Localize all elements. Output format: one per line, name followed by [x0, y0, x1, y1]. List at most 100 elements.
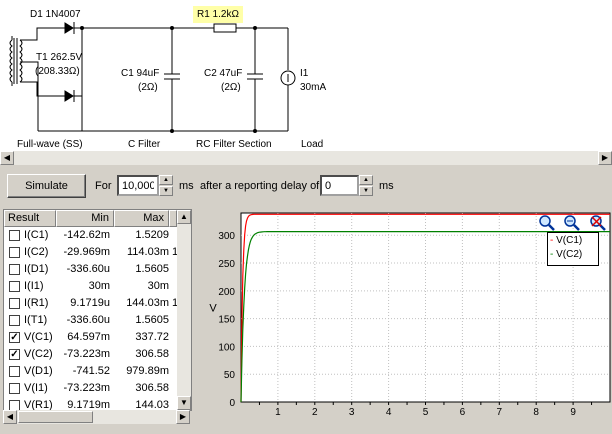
result-max: 306.58	[135, 382, 169, 394]
y-tick-label: 100	[218, 342, 235, 353]
y-tick-label: 150	[218, 315, 235, 326]
result-min: -336.60u	[66, 314, 110, 326]
table-row[interactable]: I(D1) -336.60u 1.5605	[4, 261, 179, 278]
header-extra	[169, 210, 177, 227]
result-min: -73.223m	[63, 348, 110, 360]
i1-value: 30mA	[300, 82, 327, 93]
x-tick-label: 7	[497, 407, 503, 418]
result-checkbox[interactable]: ✓	[9, 332, 20, 343]
schematic-panel[interactable]: D1 1N4007 R1 1.2kΩ T1 262.5V (208.33Ω) C…	[0, 0, 612, 150]
result-max: 1.5605	[135, 314, 169, 326]
results-table[interactable]: Result Min Max I(C1) -142.62m 1.5209 I(C2) -…	[3, 209, 192, 411]
result-min: 64.597m	[67, 331, 110, 343]
scroll-right-icon[interactable]: ▶	[598, 151, 612, 165]
section-label-fullwave: Full-wave (SS)	[17, 139, 83, 150]
result-max: 1.5209	[135, 229, 169, 241]
result-checkbox[interactable]	[9, 366, 20, 377]
table-row[interactable]: ✓ V(C2) -73.223m 306.58	[4, 346, 179, 363]
result-checkbox[interactable]	[9, 298, 20, 309]
table-row[interactable]: I(I1) 30m 30m	[4, 278, 179, 295]
c2-label: C2 47uF	[204, 68, 243, 79]
result-name: V(C2)	[24, 348, 53, 360]
table-row[interactable]: I(T1) -336.60u 1.5605	[4, 312, 179, 329]
i1-label: I1	[300, 68, 309, 79]
result-name: I(C1)	[24, 229, 49, 241]
c2-resistance: (2Ω)	[221, 82, 241, 93]
table-row[interactable]: V(D1) -741.52 979.89m	[4, 363, 179, 380]
scroll-up-icon[interactable]: ▲	[177, 210, 191, 224]
result-name: I(I1)	[24, 280, 44, 292]
delay-spinner[interactable]: ▲ ▼	[359, 175, 373, 196]
simulate-button[interactable]: Simulate	[7, 174, 86, 198]
result-max: 114.03m	[127, 246, 169, 258]
zoom-in-icon[interactable]	[537, 213, 557, 233]
header-max[interactable]: Max	[114, 210, 169, 227]
chart-legend: - V(C1) - V(C2)	[547, 232, 599, 266]
result-checkbox[interactable]: ✓	[9, 349, 20, 360]
result-min: -741.52	[72, 365, 110, 377]
results-hscrollbar[interactable]: ◀ ▶	[3, 410, 190, 424]
result-checkbox[interactable]	[9, 230, 20, 241]
spin-down-icon[interactable]: ▼	[159, 186, 173, 196]
section-label-rcfilter: RC Filter Section	[196, 139, 272, 150]
table-row[interactable]: ✓ V(C1) 64.597m 337.72	[4, 329, 179, 346]
result-max: 337.72	[135, 331, 169, 343]
table-row[interactable]: V(R1) 9.1719m 144.03	[4, 397, 179, 410]
result-max: 979.89m	[126, 365, 169, 377]
scroll-left-icon[interactable]: ◀	[0, 151, 14, 165]
legend-item-vc1: - V(C1)	[550, 235, 583, 246]
delay-label: after a reporting delay of	[200, 180, 320, 192]
for-label: For	[95, 180, 112, 192]
scroll-left-icon[interactable]: ◀	[3, 410, 17, 424]
section-label-load: Load	[301, 139, 324, 150]
transformer-label: T1 262.5V	[36, 52, 83, 63]
result-checkbox[interactable]	[9, 315, 20, 326]
simulation-toolbar: Simulate For ▲▼ ms after a reporting del…	[0, 166, 612, 206]
schematic-hscrollbar[interactable]: ◀ ▶	[0, 150, 612, 165]
c1-resistance: (2Ω)	[138, 82, 158, 93]
diode-label: D1 1N4007	[30, 9, 81, 20]
duration-spinner[interactable]: ▲ ▼	[159, 175, 173, 196]
result-max: 1.5605	[135, 263, 169, 275]
scroll-thumb[interactable]	[18, 411, 93, 423]
result-checkbox[interactable]	[9, 264, 20, 275]
result-max: 306.58	[135, 348, 169, 360]
result-min: 30m	[88, 280, 110, 292]
x-tick-label: 8	[533, 407, 539, 418]
header-result[interactable]: Result	[4, 210, 56, 227]
table-row[interactable]: I(R1) 9.1719u 144.03m 1	[4, 295, 179, 312]
x-tick-label: 3	[349, 407, 355, 418]
result-checkbox[interactable]	[9, 281, 20, 292]
scroll-right-icon[interactable]: ▶	[176, 410, 190, 424]
results-vscrollbar[interactable]: ▲ ▼	[177, 210, 191, 410]
result-checkbox[interactable]	[9, 383, 20, 394]
section-label-cfilter: C Filter	[128, 139, 161, 150]
header-min[interactable]: Min	[56, 210, 114, 227]
result-name: V(I1)	[24, 382, 48, 394]
delay-input[interactable]	[320, 175, 359, 196]
x-tick-label: 6	[460, 407, 466, 418]
spin-up-icon[interactable]: ▲	[359, 175, 373, 185]
result-name: I(D1)	[24, 263, 49, 275]
chart-panel[interactable]: 1 2 3 4 5 6 7 8 9 0 50 100 150 200 250 300 V - V(C1) - V…	[193, 209, 612, 431]
x-tick-label: 1	[275, 407, 281, 418]
result-min: -73.223m	[63, 382, 110, 394]
zoom-out-icon[interactable]	[562, 213, 582, 233]
duration-input[interactable]	[117, 175, 159, 196]
scroll-down-icon[interactable]: ▼	[177, 396, 191, 410]
result-name: I(C2)	[24, 246, 49, 258]
y-tick-label: 300	[218, 231, 235, 242]
table-row[interactable]: I(C2) -29.969m 114.03m 1	[4, 244, 179, 261]
y-axis-label: V	[209, 303, 217, 315]
zoom-reset-icon[interactable]	[588, 213, 608, 233]
table-row[interactable]: V(I1) -73.223m 306.58	[4, 380, 179, 397]
result-checkbox[interactable]	[9, 247, 20, 258]
table-row[interactable]: I(C1) -142.62m 1.5209	[4, 227, 179, 244]
spin-up-icon[interactable]: ▲	[159, 175, 173, 185]
result-min: 9.1719u	[70, 297, 110, 309]
result-name: V(C1)	[24, 331, 53, 343]
legend-item-vc2: - V(C2)	[550, 249, 583, 260]
spin-down-icon[interactable]: ▼	[359, 186, 373, 196]
duration-unit: ms	[179, 180, 194, 192]
resistor-label[interactable]: R1 1.2kΩ	[193, 6, 243, 23]
